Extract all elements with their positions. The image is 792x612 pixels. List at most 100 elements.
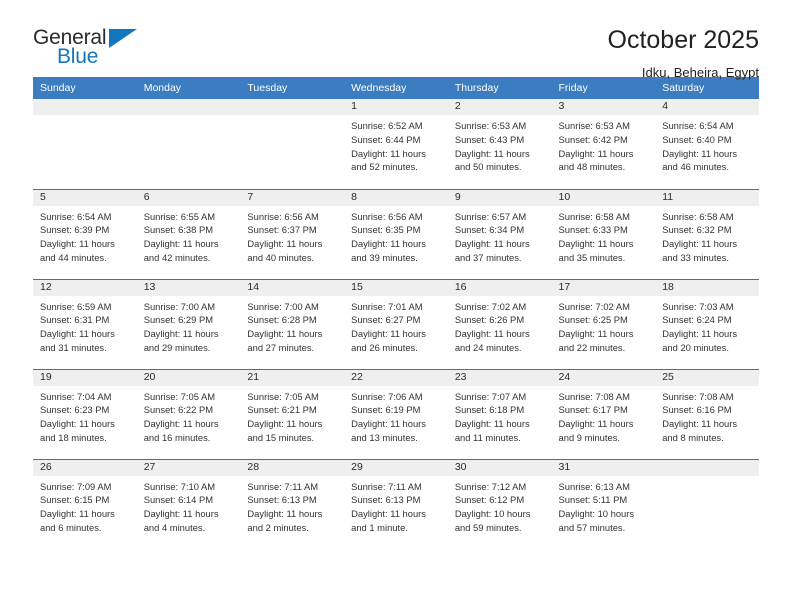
day-detail-line: Daylight: 11 hours [143, 328, 219, 340]
day-number [33, 99, 137, 115]
calendar-grid: Sunday Monday Tuesday Wednesday Thursday… [33, 77, 759, 549]
day-detail-line: and 1 minute. [351, 521, 408, 533]
day-detail-line: Sunrise: 6:52 AM [351, 120, 423, 131]
day-detail-line: Sunset: 6:40 PM [662, 133, 732, 145]
day-details: Sunrise: 7:04 AM Sunset: 6:23 PM Daylight:… [33, 386, 137, 445]
calendar-day-cell[interactable]: 3 Sunrise: 6:53 AM Sunset: 6:42 PM Daylight… [551, 99, 656, 189]
day-details [137, 115, 241, 119]
day-number: 25 [655, 369, 759, 386]
day-number: 17 [551, 279, 656, 296]
calendar-day-cell[interactable]: 6 Sunrise: 6:55 AM Sunset: 6:38 PM Daylight… [136, 188, 241, 279]
calendar-day-cell[interactable]: 12 Sunrise: 6:59 AM Sunset: 6:31 PM Dayligh… [33, 278, 137, 369]
day-detail-line: Sunrise: 7:02 AM [454, 300, 527, 312]
day-number: 28 [240, 459, 345, 476]
weekday-header-sunday: Sunday [33, 77, 137, 99]
day-detail-line: Sunset: 6:44 PM [351, 133, 421, 145]
day-details: Sunrise: 6:52 AM Sunset: 6:44 PM Daylight:… [344, 115, 448, 174]
day-detail-line: and 9 minutes. [558, 431, 621, 443]
day-number: 3 [551, 99, 656, 115]
calendar-day-cell[interactable]: 27 Sunrise: 7:10 AM Sunset: 6:14 PM Dayligh… [136, 458, 241, 549]
day-number: 19 [33, 369, 137, 386]
calendar-day-cell[interactable]: 17 Sunrise: 7:02 AM Sunset: 6:25 PM Dayligh… [551, 278, 656, 369]
day-detail-line: Sunrise: 6:58 AM [662, 210, 734, 222]
calendar-week-row: 19 Sunrise: 7:04 AM Sunset: 6:23 PM Dayligh… [33, 368, 759, 459]
day-detail-line: Sunrise: 6:59 AM [40, 300, 112, 312]
calendar-day-cell[interactable]: 24 Sunrise: 7:08 AM Sunset: 6:17 PM Dayligh… [551, 368, 656, 459]
day-detail-line: Daylight: 11 hours [40, 328, 115, 340]
day-number: 31 [551, 459, 656, 476]
day-detail-line: Sunset: 6:25 PM [558, 314, 628, 326]
day-detail-line: Daylight: 11 hours [454, 238, 530, 250]
calendar-day-cell[interactable]: 21 Sunrise: 7:05 AM Sunset: 6:21 PM Dayligh… [240, 368, 345, 459]
day-detail-line: Sunset: 6:19 PM [351, 404, 421, 416]
calendar-page: General Blue October 2025 Idku, Beheira,… [0, 0, 792, 612]
calendar-day-cell[interactable]: 31 Sunrise: 6:13 AM Sunset: 5:11 PM Dayligh… [551, 458, 656, 549]
calendar-day-cell[interactable]: 28 Sunrise: 7:11 AM Sunset: 6:13 PM Dayligh… [240, 458, 345, 549]
calendar-day-cell[interactable]: 4 Sunrise: 6:54 AM Sunset: 6:40 PM Daylight… [655, 99, 759, 189]
day-detail-line: and 57 minutes. [558, 521, 626, 533]
day-number: 15 [344, 279, 448, 296]
calendar-day-cell[interactable]: 19 Sunrise: 7:04 AM Sunset: 6:23 PM Dayligh… [33, 368, 137, 459]
calendar-day-cell[interactable]: 16 Sunrise: 7:02 AM Sunset: 6:26 PM Dayligh… [447, 278, 552, 369]
day-number: 5 [33, 189, 137, 206]
calendar-day-cell[interactable]: 7 Sunrise: 6:56 AM Sunset: 6:37 PM Daylight… [240, 188, 345, 279]
calendar-day-cell[interactable]: 5 Sunrise: 6:54 AM Sunset: 6:39 PM Daylight… [33, 188, 137, 279]
calendar-body: 1 Sunrise: 6:52 AM Sunset: 6:44 PM Daylight… [33, 99, 759, 549]
day-details: Sunrise: 7:10 AM Sunset: 6:14 PM Daylight:… [137, 476, 241, 535]
day-detail-line: Sunset: 6:31 PM [40, 314, 110, 326]
calendar-day-cell[interactable]: 20 Sunrise: 7:05 AM Sunset: 6:22 PM Dayligh… [136, 368, 241, 459]
calendar-day-cell[interactable]: 22 Sunrise: 7:06 AM Sunset: 6:19 PM Dayligh… [344, 368, 448, 459]
calendar-day-cell[interactable]: 10 Sunrise: 6:58 AM Sunset: 6:33 PM Dayligh… [551, 188, 656, 279]
day-number: 6 [136, 189, 241, 206]
day-detail-line: Daylight: 11 hours [558, 238, 634, 250]
day-detail-line: Sunset: 6:22 PM [143, 404, 214, 416]
day-detail-line: Sunset: 6:18 PM [454, 404, 525, 416]
day-detail-line: Sunset: 6:21 PM [247, 404, 317, 416]
calendar-day-cell[interactable]: 25 Sunrise: 7:08 AM Sunset: 6:16 PM Dayligh… [655, 368, 759, 459]
calendar-empty-cell [33, 99, 137, 189]
calendar-week-row: 5 Sunrise: 6:54 AM Sunset: 6:39 PM Daylight… [33, 188, 759, 279]
day-detail-line: and 33 minutes. [662, 251, 729, 263]
brand-logo[interactable]: General Blue [33, 27, 153, 75]
weekday-header-row: Sunday Monday Tuesday Wednesday Thursday… [33, 77, 759, 99]
day-details: Sunrise: 6:59 AM Sunset: 6:31 PM Daylight:… [33, 296, 137, 355]
day-detail-line: and 44 minutes. [40, 251, 107, 263]
day-detail-line: Daylight: 11 hours [351, 238, 426, 250]
calendar-week-row: 26 Sunrise: 7:09 AM Sunset: 6:15 PM Dayligh… [33, 458, 759, 549]
day-detail-line: and 18 minutes. [40, 431, 107, 443]
day-number: 29 [344, 459, 448, 476]
day-details: Sunrise: 7:02 AM Sunset: 6:25 PM Daylight:… [552, 296, 656, 355]
calendar-day-cell[interactable]: 1 Sunrise: 6:52 AM Sunset: 6:44 PM Daylight… [344, 99, 448, 189]
day-detail-line: and 11 minutes. [454, 431, 521, 443]
day-detail-line: Sunset: 6:16 PM [662, 404, 732, 416]
day-detail-line: and 39 minutes. [351, 251, 418, 263]
calendar-empty-cell [655, 458, 759, 549]
calendar-day-cell[interactable]: 29 Sunrise: 7:11 AM Sunset: 6:13 PM Dayligh… [344, 458, 448, 549]
day-details: Sunrise: 7:12 AM Sunset: 6:12 PM Daylight:… [448, 476, 552, 535]
calendar-day-cell[interactable]: 13 Sunrise: 7:00 AM Sunset: 6:29 PM Dayligh… [136, 278, 241, 369]
day-number: 1 [344, 99, 448, 115]
day-detail-line: Sunset: 6:26 PM [454, 314, 525, 326]
calendar-day-cell[interactable]: 26 Sunrise: 7:09 AM Sunset: 6:15 PM Dayligh… [33, 458, 137, 549]
calendar-day-cell[interactable]: 23 Sunrise: 7:07 AM Sunset: 6:18 PM Dayligh… [447, 368, 552, 459]
calendar-day-cell[interactable]: 14 Sunrise: 7:00 AM Sunset: 6:28 PM Dayligh… [240, 278, 345, 369]
calendar-day-cell[interactable]: 11 Sunrise: 6:58 AM Sunset: 6:32 PM Dayligh… [655, 188, 759, 279]
day-detail-line: Sunrise: 7:06 AM [351, 390, 423, 402]
day-detail-line: Sunrise: 7:09 AM [40, 480, 112, 492]
day-details: Sunrise: 6:55 AM Sunset: 6:38 PM Daylight:… [137, 206, 241, 265]
calendar-day-cell[interactable]: 9 Sunrise: 6:57 AM Sunset: 6:34 PM Daylight… [447, 188, 552, 279]
day-detail-line: Sunrise: 7:05 AM [247, 390, 319, 402]
calendar-day-cell[interactable]: 18 Sunrise: 7:03 AM Sunset: 6:24 PM Dayligh… [655, 278, 759, 369]
calendar-empty-cell [240, 99, 345, 189]
calendar-day-cell[interactable]: 30 Sunrise: 7:12 AM Sunset: 6:12 PM Dayligh… [447, 458, 552, 549]
day-detail-line: Sunrise: 6:57 AM [454, 210, 527, 222]
day-detail-line: Daylight: 11 hours [247, 328, 323, 340]
calendar-day-cell[interactable]: 8 Sunrise: 6:56 AM Sunset: 6:35 PM Daylight… [344, 188, 448, 279]
calendar-day-cell[interactable]: 15 Sunrise: 7:01 AM Sunset: 6:27 PM Dayligh… [344, 278, 448, 369]
day-detail-line: Daylight: 11 hours [40, 508, 115, 520]
day-detail-line: Sunrise: 7:03 AM [662, 300, 734, 312]
calendar-day-cell[interactable]: 2 Sunrise: 6:53 AM Sunset: 6:43 PM Daylight… [447, 99, 552, 189]
day-detail-line: Sunset: 6:32 PM [662, 224, 732, 236]
day-detail-line: Sunset: 5:11 PM [558, 494, 628, 506]
triangle-flag-icon [109, 29, 137, 48]
